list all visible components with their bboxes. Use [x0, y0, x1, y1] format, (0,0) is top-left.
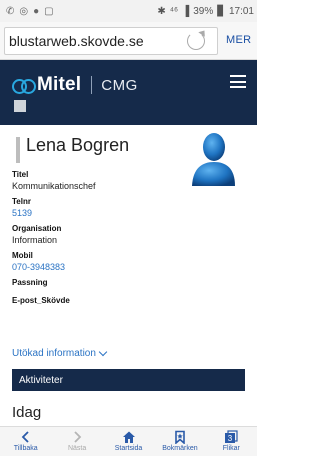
- app-header: Mitel CMG: [0, 60, 257, 125]
- browser-toolbar: blustarweb.skovde.se MER: [0, 22, 257, 60]
- more-menu-button[interactable]: MER: [226, 34, 251, 46]
- browser-bottom-nav: Tillbaka Nästa Startsida Bokmärken 3 Fli…: [0, 426, 257, 456]
- call-icon: ✆: [6, 5, 15, 17]
- app-subtitle: CMG: [101, 76, 138, 94]
- chevron-down-icon[interactable]: [98, 347, 108, 357]
- extended-info-toggle[interactable]: Utökad information: [12, 347, 108, 359]
- placeholder-square-icon[interactable]: [14, 100, 26, 112]
- status-system-icons: ✱ ⁴⁶ ▐ 39% ▊ 17:01: [157, 6, 254, 17]
- forward-button[interactable]: Nästa: [51, 427, 102, 456]
- signal-icon: ▐: [182, 5, 190, 17]
- hamburger-menu-icon[interactable]: [230, 75, 246, 88]
- tabs-icon[interactable]: 3: [224, 430, 238, 444]
- mobile-link[interactable]: 070-3948383: [12, 262, 65, 272]
- home-icon[interactable]: [122, 430, 136, 444]
- tab-count: 3: [228, 434, 233, 443]
- url-text[interactable]: blustarweb.skovde.se: [9, 33, 144, 49]
- mobile-label: Mobil: [12, 251, 33, 260]
- home-label[interactable]: Startsida: [115, 445, 143, 452]
- network-type-label: ⁴⁶: [169, 5, 179, 17]
- chevron-left-icon[interactable]: [19, 430, 33, 444]
- chevron-right-icon[interactable]: [70, 430, 84, 444]
- mitel-logo-icon: [12, 79, 36, 94]
- bluetooth-icon: ✱: [157, 5, 166, 17]
- logo-divider: [91, 76, 93, 94]
- tabs-button[interactable]: 3 Flikar: [206, 427, 257, 456]
- email-label: E-post_Skövde: [12, 296, 70, 305]
- phone-link[interactable]: 5139: [12, 208, 32, 218]
- contact-name: Lena Bogren: [26, 135, 130, 155]
- calendar-icon: ▢: [44, 5, 54, 17]
- passning-label: Passning: [12, 278, 48, 287]
- tabs-label[interactable]: Flikar: [223, 445, 240, 452]
- organisation-value: Information: [12, 235, 58, 245]
- bookmark-icon[interactable]: [173, 430, 187, 444]
- notification-icon: ◎: [19, 5, 29, 17]
- address-bar[interactable]: blustarweb.skovde.se: [4, 27, 218, 55]
- activities-title: Aktiviteter: [19, 374, 63, 386]
- battery-icon: ▊: [217, 5, 225, 17]
- battery-percent: 39%: [193, 5, 214, 17]
- extended-info-label[interactable]: Utökad information: [12, 348, 96, 359]
- back-button[interactable]: Tillbaka: [0, 427, 51, 456]
- title-label: Titel: [12, 170, 29, 179]
- back-label[interactable]: Tillbaka: [14, 445, 38, 452]
- mitel-logo[interactable]: Mitel CMG: [12, 74, 138, 96]
- today-heading: Idag: [12, 404, 42, 421]
- home-button[interactable]: Startsida: [103, 427, 154, 456]
- title-value: Kommunikationschef: [12, 181, 96, 191]
- alert-icon: ●: [33, 5, 40, 17]
- person-avatar-icon: [192, 133, 235, 186]
- reload-icon[interactable]: [187, 32, 205, 50]
- status-bar: ✆ ◎ ● ▢ ✱ ⁴⁶ ▐ 39% ▊ 17:01: [0, 0, 257, 22]
- bookmarks-button[interactable]: Bokmärken: [154, 427, 205, 456]
- activities-header: Aktiviteter: [12, 369, 245, 391]
- name-accent-bar: [16, 137, 20, 163]
- bookmarks-label[interactable]: Bokmärken: [162, 445, 197, 452]
- organisation-label: Organisation: [12, 224, 62, 233]
- status-notification-icons: ✆ ◎ ● ▢: [6, 6, 54, 17]
- phone-label: Telnr: [12, 197, 31, 206]
- clock: 17:01: [228, 5, 254, 17]
- forward-label[interactable]: Nästa: [68, 445, 86, 452]
- logo-text: Mitel: [37, 74, 82, 95]
